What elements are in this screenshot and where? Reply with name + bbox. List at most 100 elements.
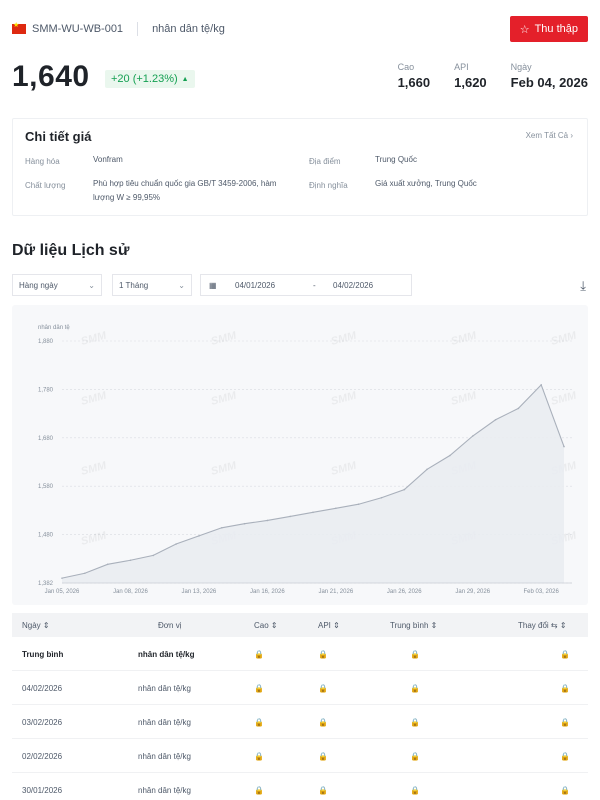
stat-label: Ngày [510,62,532,72]
x-tick-label: Jan 21, 2026 [318,589,353,595]
col-change-header[interactable]: Thay đổi ⇆ ⇕ [518,621,567,630]
current-price: 1,640 [12,60,90,93]
frequency-select[interactable]: Hàng ngày ⌄ [12,274,102,296]
date-from[interactable]: 04/01/2026 [235,281,275,290]
detail-value: Trung Quốc [375,155,417,164]
lock-icon[interactable]: 🔒 [254,752,264,761]
data-point [449,454,451,457]
lock-icon[interactable]: 🔒 [560,718,570,727]
y-axis-label: nhân dân tệ [38,325,70,331]
lock-icon[interactable]: 🔒 [254,786,264,795]
lock-icon[interactable]: 🔒 [318,752,328,761]
follow-button[interactable]: ☆ Thu thập [509,16,588,42]
watermark: SMM [550,389,579,407]
watermark: SMM [450,329,479,347]
row-unit: nhân dân tệ/kg [138,752,191,761]
lock-icon[interactable]: 🔒 [560,684,570,693]
data-point [220,526,223,529]
stat-label: Cao [397,62,415,72]
lock-icon[interactable]: 🔒 [560,786,570,795]
lock-icon[interactable]: 🔒 [410,650,420,659]
stat-label: API [454,62,469,72]
lock-icon[interactable]: 🔒 [560,650,570,659]
data-point [152,554,155,557]
period-select[interactable]: 1 Tháng ⌄ [112,274,192,296]
chevron-down-icon: ⌄ [178,280,185,290]
row-date: 03/02/2026 [22,718,63,727]
data-point [471,435,474,437]
lock-icon[interactable]: 🔒 [318,650,328,659]
lock-icon[interactable]: 🔒 [410,786,420,795]
y-tick-label: 1,382 [38,581,54,587]
watermark: SMM [210,329,239,347]
data-point [357,503,360,506]
watermark: SMM [330,459,359,477]
price-change-badge: +20 (+1.23%) ▲ [105,70,195,88]
col-high-header[interactable]: Cao ⇕ [254,621,278,630]
lock-icon[interactable]: 🔒 [318,718,328,727]
watermark: SMM [210,459,239,477]
star-icon: ☆ [519,23,530,36]
x-tick-label: Jan 13, 2026 [182,589,217,595]
lock-icon[interactable]: 🔒 [254,684,264,693]
y-tick-label: 1,880 [38,339,54,345]
x-tick-label: Jan 29, 2026 [455,589,490,595]
y-tick-label: 1,780 [38,387,54,393]
watermark: SMM [550,329,579,347]
price-change: +20 (+1.23%) [111,73,178,85]
date-to[interactable]: 04/02/2026 [333,281,373,290]
calendar-icon: ▦ [209,281,217,290]
stat-value: 1,660 [397,75,431,90]
data-point [266,519,269,522]
data-point [563,445,565,448]
stat-date: Ngày Feb 04, 2026 [511,62,588,90]
details-title: Chi tiết giá [25,129,92,144]
y-tick-label: 1,580 [38,484,54,490]
lock-icon[interactable]: 🔒 [410,684,420,693]
col-unit-header: Đơn vị [158,621,182,630]
lock-icon[interactable]: 🔒 [410,718,420,727]
see-all-link[interactable]: Xem Tất Cả › [526,131,573,140]
table-row: Trung bình nhân dân tệ/kg 🔒 🔒 🔒 🔒 [12,637,588,671]
watermark: SMM [80,389,109,407]
row-unit: nhân dân tệ/kg [138,718,191,727]
lock-icon[interactable]: 🔒 [254,718,264,727]
data-point [289,515,291,518]
watermark: SMM [210,389,239,407]
up-arrow-icon: ▲ [181,75,189,83]
row-date: Trung bình [22,650,64,659]
table-row: 04/02/2026 nhân dân tệ/kg 🔒 🔒 🔒 🔒 [12,671,588,705]
lock-icon[interactable]: 🔒 [410,752,420,761]
lock-icon[interactable]: 🔒 [318,786,328,795]
watermark: SMM [330,329,359,347]
detail-value: Vonfram [93,155,123,164]
watermark: SMM [330,389,359,407]
price-details-card: Chi tiết giá Xem Tất Cả › Hàng hóa Vonfr… [12,118,588,216]
col-api-header[interactable]: API ⇕ [318,621,340,630]
data-point [84,572,86,575]
watermark: SMM [80,329,109,347]
x-tick-label: Jan 05, 2026 [45,589,80,595]
stat-value: Feb 04, 2026 [510,75,588,90]
row-unit: nhân dân tệ/kg [138,684,191,693]
lock-icon[interactable]: 🔒 [560,752,570,761]
download-icon[interactable]: ⤓ [580,278,586,294]
col-avg-header[interactable]: Trung bình ⇕ [390,621,437,630]
date-separator: - [313,281,316,290]
data-point [175,543,177,545]
lock-icon[interactable]: 🔒 [318,684,328,693]
lock-icon[interactable]: 🔒 [254,650,264,659]
date-range-picker[interactable]: ▦ 04/01/2026 - 04/02/2026 [200,274,412,296]
product-code: SMM-WU-WB-001 [32,23,124,35]
table-row: 02/02/2026 nhân dân tệ/kg 🔒 🔒 🔒 🔒 [12,739,588,773]
detail-value: Giá xuất xưởng, Trung Quốc [375,179,477,188]
table-body: Trung bình nhân dân tệ/kg 🔒 🔒 🔒 🔒 04/02/2026 nh… [12,637,588,800]
col-date-header[interactable]: Ngày ⇕ [22,621,50,630]
chart-svg: nhân dân tệ 1,382 1,480 1,580 1,680 1,780 1,88… [38,325,579,595]
data-point [380,496,383,499]
table-row: 03/02/2026 nhân dân tệ/kg 🔒 🔒 🔒 🔒 [12,705,588,739]
x-tick-label: Feb 03, 2026 [523,589,559,595]
row-date: 04/02/2026 [22,684,63,693]
follow-label: Thu thập [534,23,578,35]
history-title: Dữ liệu Lịch sử [12,242,130,259]
